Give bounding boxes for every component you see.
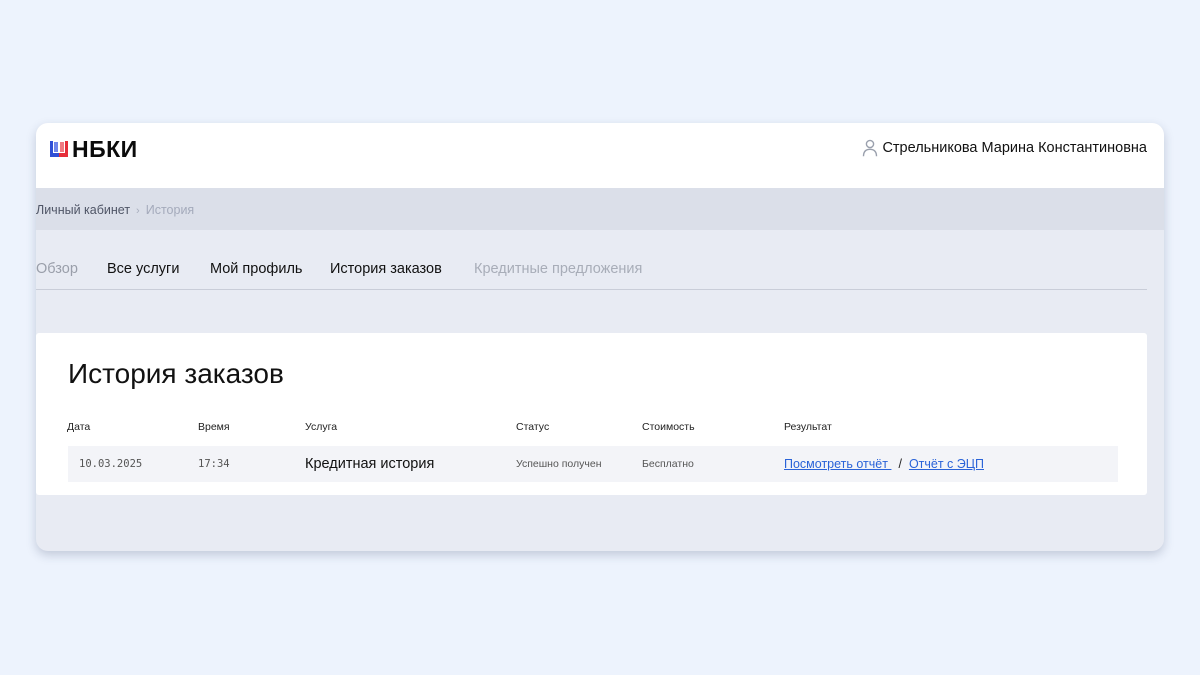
order-date: 10.03.2025: [79, 458, 143, 470]
page-title: История заказов: [68, 358, 284, 389]
column-header-cost: Стоимость: [642, 421, 695, 433]
tab-overview[interactable]: Обзор: [36, 260, 78, 278]
tab-all-services[interactable]: Все услуги: [107, 260, 179, 278]
tab-my-profile[interactable]: Мой профиль: [210, 260, 302, 278]
column-header-service: Услуга: [305, 421, 338, 433]
column-header-status: Статус: [516, 421, 550, 433]
breadcrumb-separator-icon: ›: [136, 205, 140, 217]
user-menu[interactable]: Стрельникова Марина Константиновна: [862, 139, 1147, 157]
nbki-logo-icon: [50, 141, 68, 157]
signed-report-link[interactable]: Отчёт с ЭЦП: [909, 457, 984, 471]
tab-credit-offers[interactable]: Кредитные предложения: [474, 260, 642, 278]
orders-card: История заказов Дата Время Услуга Статус…: [36, 333, 1147, 495]
breadcrumb: Личный кабинет › История: [36, 188, 1164, 230]
header: НБКИ Стрельникова Марина Константиновна: [36, 123, 1164, 188]
order-status: Успешно получен: [516, 458, 602, 470]
order-time: 17:34: [198, 458, 230, 470]
order-cost: Бесплатно: [642, 458, 694, 470]
user-icon: [863, 139, 878, 157]
column-header-time: Время: [198, 421, 230, 433]
column-header-result: Результат: [784, 421, 832, 433]
order-result: Посмотреть отчёт / Отчёт с ЭЦП: [784, 457, 984, 471]
breadcrumb-item-cabinet[interactable]: Личный кабинет: [36, 203, 130, 217]
table-row: 10.03.2025 17:34 Кредитная история Успеш…: [68, 446, 1118, 482]
breadcrumb-item-history: История: [145, 203, 195, 217]
user-name: Стрельникова Марина Константиновна: [882, 140, 1147, 156]
logo-text: НБКИ: [72, 136, 138, 162]
column-header-date: Дата: [67, 421, 91, 433]
tab-order-history[interactable]: История заказов: [330, 260, 442, 278]
result-separator: /: [898, 457, 902, 471]
order-service: Кредитная история: [305, 456, 435, 472]
logo[interactable]: НБКИ: [50, 137, 138, 161]
app-window: НБКИ Стрельникова Марина Константиновна …: [36, 123, 1164, 551]
view-report-link[interactable]: Посмотреть отчёт: [784, 457, 891, 471]
tab-bar: Обзор Все услуги Мой профиль История зак…: [36, 230, 1147, 290]
